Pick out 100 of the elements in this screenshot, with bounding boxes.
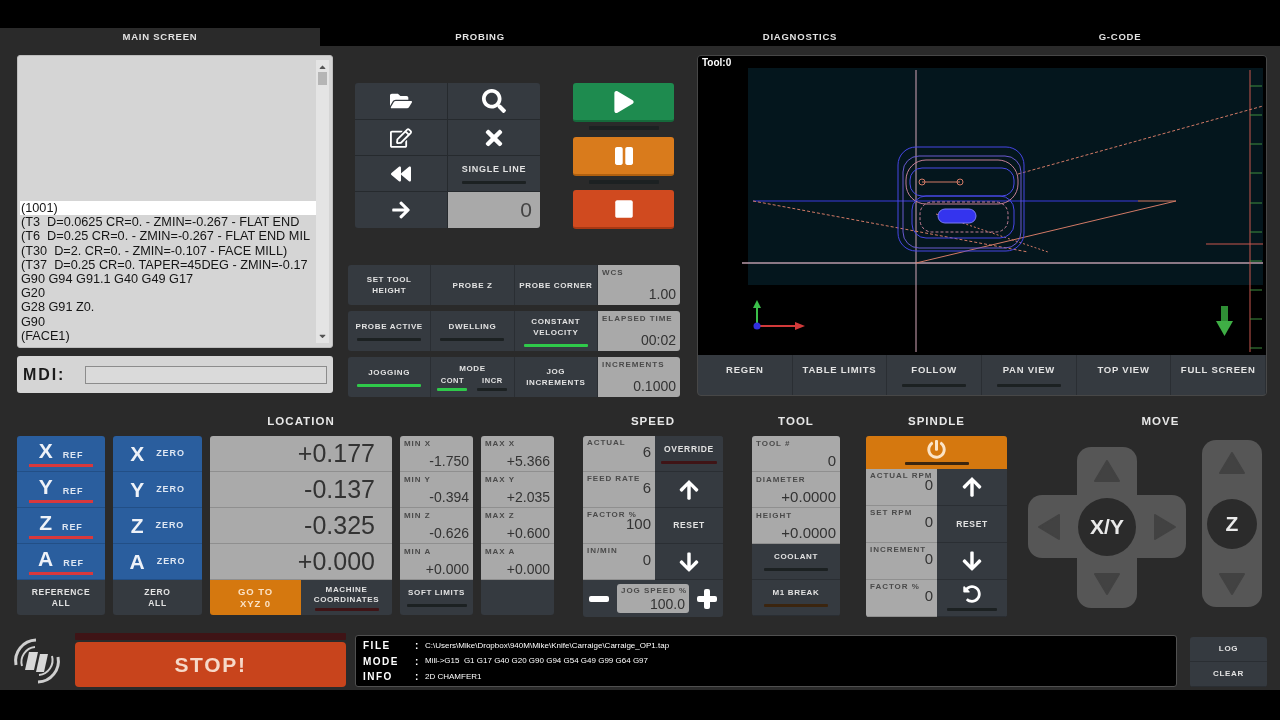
zero-button[interactable]: A ZERO (113, 544, 202, 580)
increase-button[interactable] (697, 588, 717, 609)
search-icon (482, 89, 506, 113)
gcode-line[interactable]: (FACE1) (20, 328, 316, 343)
position-readout: +0.177 (210, 436, 392, 472)
info-value: 2D CHAMFER1 (425, 670, 482, 683)
toggle-button[interactable]: SINGLE LINE (448, 156, 540, 191)
toggle-button[interactable]: M1 BREAK (752, 580, 840, 616)
readout-label: FEED RATE (587, 474, 641, 484)
section-title: LOCATION (267, 414, 335, 430)
feed-hold-button[interactable] (573, 137, 674, 176)
scrollbar[interactable] (316, 60, 329, 343)
plus-icon (697, 588, 717, 609)
zero-all-button[interactable]: ZERO ALL (113, 580, 202, 615)
decrease-button[interactable] (589, 595, 609, 602)
readout-label: JOG SPEED % (621, 586, 688, 596)
mdi-input[interactable] (85, 365, 327, 384)
panel-button[interactable]: SET TOOL HEIGHT (348, 265, 432, 305)
footer-button[interactable]: LOG (1190, 637, 1267, 662)
readout-label: DIAMETER (756, 475, 806, 485)
panel-button[interactable]: PROBE Z (431, 265, 515, 305)
readout-value: +0.0000 (781, 489, 836, 504)
view-button[interactable]: PAN VIEW (982, 355, 1077, 395)
logo-icon (12, 637, 62, 685)
reference-button[interactable]: Y REF (17, 472, 105, 508)
position-readout: -0.325 (210, 508, 392, 544)
gcode-line[interactable]: (T37 D=0.25 CR=0. TAPER=45DEG - ZMIN=-0.17 (20, 257, 316, 272)
readout-value: +5.366 (506, 454, 550, 468)
position-readout: +0.000 (210, 544, 392, 580)
cycle-start-button[interactable] (573, 83, 674, 122)
readout-label: MAX Y (485, 475, 515, 485)
readout-label: ACTUAL (587, 438, 626, 448)
gcode-line[interactable]: G20 (20, 286, 316, 301)
toggle-button[interactable]: JOGGING (348, 357, 432, 397)
view-button[interactable]: FULL SCREEN (1171, 355, 1266, 395)
zero-button[interactable]: X ZERO (113, 436, 202, 472)
z-jog-button[interactable]: Z (1207, 498, 1257, 549)
section-title: SPEED (630, 414, 676, 430)
edit-button[interactable] (355, 120, 447, 155)
readout-value: 0 (924, 551, 933, 566)
mode-label: MODE (459, 363, 486, 374)
step-button[interactable] (355, 192, 447, 228)
info-separator: : (415, 654, 420, 669)
line-field[interactable]: 0 (448, 192, 540, 228)
info-value: Mill->G15 G1 G17 G40 G20 G90 G94 G54 G49 G99 G64 G97 (425, 655, 648, 667)
gcode-line[interactable]: (T6 D=0.25 CR=0. - ZMIN=-0.267 - FLAT END MIL (20, 229, 316, 244)
toggle-button[interactable]: MACHINE COORDINATES (301, 580, 392, 615)
tab[interactable]: MAIN SCREEN (0, 28, 320, 46)
toggle-button[interactable]: CONSTANT VELOCITY (514, 311, 598, 351)
view-button[interactable]: FOLLOW (887, 355, 982, 395)
readout-value: -0.626 (429, 526, 469, 540)
panel-button[interactable]: PROBE CORNER (514, 265, 598, 305)
play-icon (613, 90, 634, 113)
info-value: C:\Users\Mike\Dropbox\940M\Mike\Knife\Carraige\Carraige_OP1.tap (425, 639, 670, 652)
gcode-line[interactable]: G90 (20, 314, 316, 329)
panel-button[interactable]: JOG INCREMENTS (514, 357, 598, 397)
down-arrow-icon (679, 550, 699, 573)
search-button[interactable] (448, 83, 540, 119)
power-icon (927, 440, 946, 459)
stop-button[interactable]: STOP! (75, 642, 346, 687)
toggle-button[interactable]: SOFT LIMITS (400, 580, 473, 615)
info-label: FILE (363, 639, 392, 653)
footer-button[interactable]: CLEAR (1190, 662, 1267, 687)
down-arrow-icon (962, 550, 982, 572)
spindle-power-button[interactable] (866, 436, 1007, 469)
view-button[interactable]: TABLE LIMITS (792, 355, 888, 395)
zero-button[interactable]: Z ZERO (113, 508, 202, 544)
gcode-line[interactable]: (T30 D=2. CR=0. - ZMIN=-0.107 - FACE MILL) (20, 243, 316, 258)
gcode-line[interactable]: (T3 D=0.0625 CR=0. - ZMIN=-0.267 - FLAT END (20, 215, 316, 230)
readout-value: 0 (924, 514, 933, 529)
reference-button[interactable]: A REF (17, 544, 105, 580)
toggle-button[interactable]: COOLANT (752, 544, 840, 580)
view-button[interactable]: REGEN (698, 355, 793, 395)
readout-label: IN/MIN (587, 546, 618, 556)
xy-jog-button[interactable]: X/Y (1078, 497, 1136, 556)
folder-icon (390, 91, 412, 111)
view-button[interactable]: TOP VIEW (1076, 355, 1172, 395)
gcode-line[interactable]: G28 G91 Z0. (20, 300, 316, 315)
readout-value: 6 (642, 444, 651, 459)
reference-button[interactable]: Z REF (17, 508, 105, 544)
readout-value: 6 (642, 480, 651, 495)
reference-all-button[interactable]: REFERENCE ALL (17, 580, 105, 615)
zero-button[interactable]: Y ZERO (113, 472, 202, 508)
rewind-button[interactable] (355, 156, 447, 191)
open-file-button[interactable] (355, 83, 447, 119)
close-button[interactable] (448, 120, 540, 155)
scroll-thumb[interactable] (318, 72, 327, 85)
stop-cycle-button[interactable] (573, 190, 674, 229)
readout-label: ACTUAL RPM (870, 471, 933, 480)
reference-button[interactable]: X REF (17, 436, 105, 472)
gcode-line[interactable]: G90 G94 G91.1 G40 G49 G17 (20, 271, 316, 287)
toggle-button[interactable]: PROBE ACTIVE (348, 311, 432, 351)
section-title: MOVE (1141, 414, 1180, 430)
readout-label: MIN X (404, 439, 432, 449)
toggle-button[interactable]: DWELLING (431, 311, 515, 351)
right-arrow-icon (390, 200, 412, 220)
toggle-button[interactable]: OVERRIDE (655, 436, 723, 472)
pause-icon (614, 144, 633, 167)
readout-label: MIN Y (404, 475, 431, 485)
readout-label: MIN A (404, 547, 432, 557)
